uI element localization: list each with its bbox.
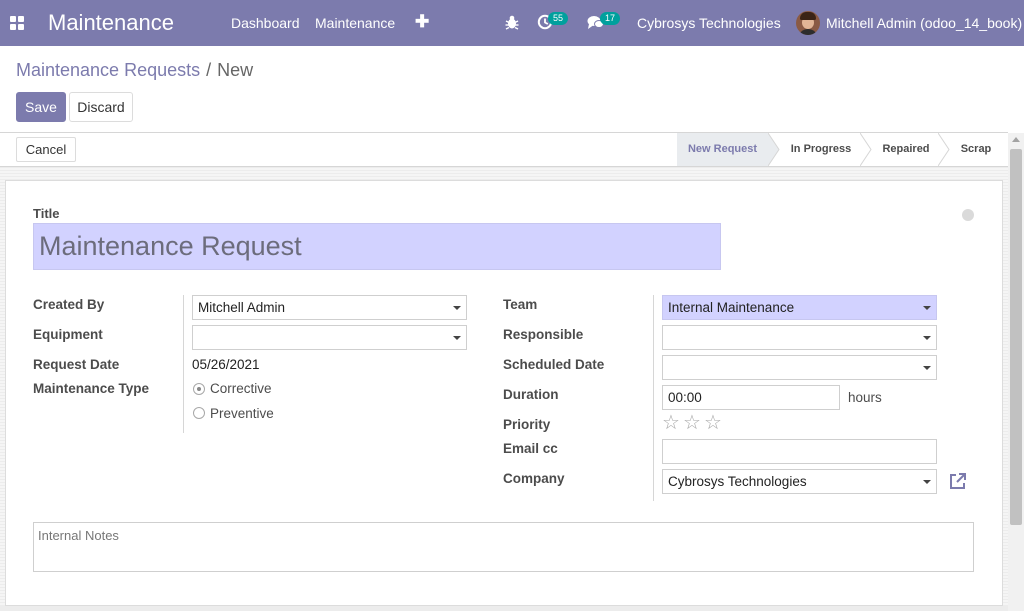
chevron-down-icon [923,480,931,484]
title-input[interactable] [33,223,721,270]
chevron-down-icon [923,366,931,370]
duration-value: 00:00 [668,390,702,405]
stage-scrap[interactable]: Scrap [952,133,1000,166]
breadcrumb: Maintenance Requests / New [16,60,253,81]
equipment-select[interactable] [192,325,467,350]
scroll-thumb[interactable] [1010,149,1022,525]
corrective-label[interactable]: Corrective [210,381,272,396]
team-label: Team [503,297,538,312]
chevron-down-icon [453,336,461,340]
company-label: Company [503,471,565,486]
stage-arrow [938,133,950,166]
app-name[interactable]: Maintenance [48,10,174,36]
company-value: Cybrosys Technologies [668,474,807,489]
external-link-icon[interactable] [948,471,968,491]
email-cc-label: Email cc [503,441,558,456]
cancel-button[interactable]: Cancel [16,137,76,162]
discard-button[interactable]: Discard [69,92,133,122]
divider [653,295,654,501]
duration-input[interactable]: 00:00 [662,385,840,410]
status-bar: Cancel New Request In Progress Repaired … [0,133,1008,167]
activity-badge: 55 [548,12,569,25]
stage-new-request[interactable]: New Request [677,133,768,166]
corrective-radio[interactable] [193,383,205,395]
company-select[interactable]: Cybrosys Technologies [662,469,937,494]
created-by-label: Created By [33,297,105,312]
email-cc-input[interactable] [662,439,937,464]
avatar[interactable] [796,11,820,35]
stage-in-progress[interactable]: In Progress [780,133,862,166]
internal-notes-field[interactable]: Internal Notes [33,522,974,572]
scroll-up-icon[interactable] [1012,137,1020,142]
menu-dashboard[interactable]: Dashboard [231,15,300,31]
kanban-state-icon[interactable] [962,209,974,221]
save-button[interactable]: Save [16,92,66,122]
stage-repaired[interactable]: Repaired [872,133,940,166]
chevron-down-icon [923,336,931,340]
team-value: Internal Maintenance [668,300,795,315]
chevron-down-icon [453,306,461,310]
responsible-label: Responsible [503,327,584,342]
stage-arrow [768,133,780,166]
created-by-select[interactable]: Mitchell Admin [192,295,467,320]
priority-label: Priority [503,417,551,432]
duration-label: Duration [503,387,559,402]
team-select[interactable]: Internal Maintenance [662,295,937,320]
duration-unit: hours [848,390,882,405]
title-label: Title [33,206,60,221]
equipment-label: Equipment [33,327,103,342]
priority-star-icon[interactable]: ☆ [704,413,722,433]
preventive-radio[interactable] [193,407,205,419]
divider [0,606,1008,611]
plus-icon[interactable]: ✚ [415,12,429,32]
request-date-value: 05/26/2021 [192,357,260,372]
priority-star-icon[interactable]: ☆ [662,413,680,433]
maintenance-type-label: Maintenance Type [33,381,150,396]
breadcrumb-parent[interactable]: Maintenance Requests [16,60,200,80]
scheduled-date-label: Scheduled Date [503,357,605,372]
bug-icon[interactable] [505,15,519,30]
user-menu[interactable]: Mitchell Admin (odoo_14_book) [826,15,1022,31]
breadcrumb-current: New [217,60,254,80]
top-navbar: Maintenance Dashboard Maintenance ✚ 55 1… [0,0,1024,46]
priority-star-icon[interactable]: ☆ [683,413,701,433]
request-date-label: Request Date [33,357,120,372]
apps-icon[interactable] [10,16,24,30]
stage-arrow [860,133,872,166]
chevron-down-icon [923,306,931,310]
responsible-select[interactable] [662,325,937,350]
internal-notes-placeholder: Internal Notes [38,528,119,543]
breadcrumb-separator: / [206,60,212,80]
divider [183,295,184,433]
created-by-value: Mitchell Admin [198,300,286,315]
company-switcher[interactable]: Cybrosys Technologies [637,15,781,31]
scrollbar[interactable] [1008,133,1024,611]
message-badge: 17 [600,12,621,25]
scheduled-date-select[interactable] [662,355,937,380]
preventive-label[interactable]: Preventive [210,406,274,421]
menu-maintenance[interactable]: Maintenance [315,15,395,31]
